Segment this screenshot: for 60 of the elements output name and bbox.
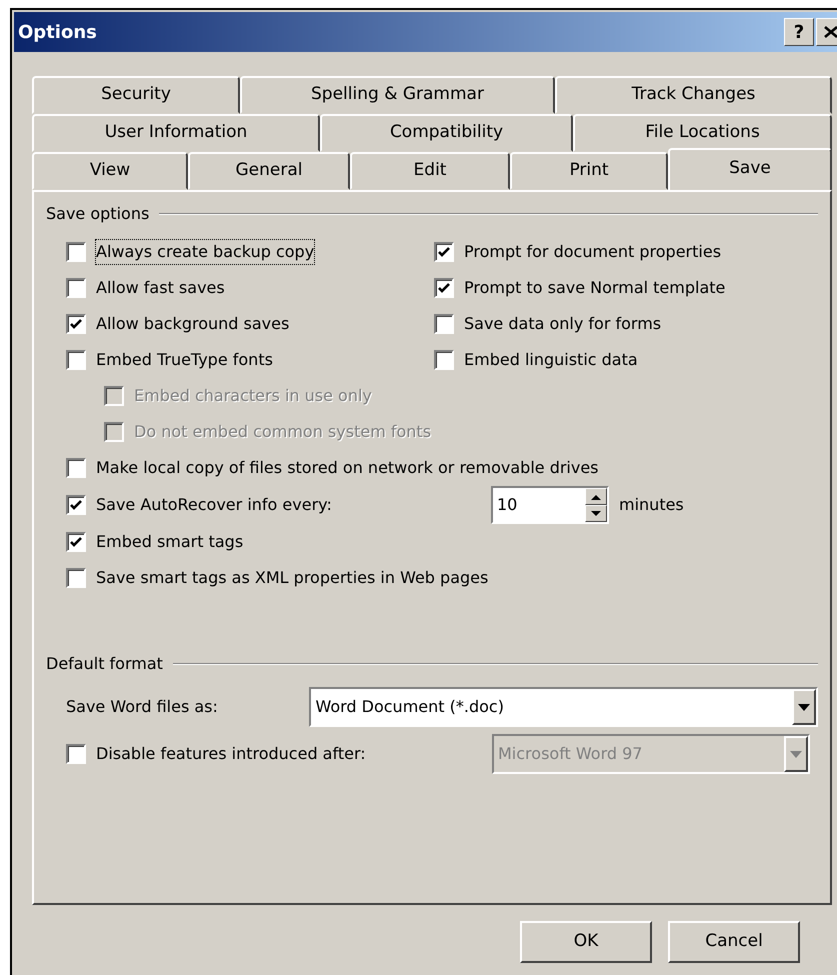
ok-button[interactable]: OK [520, 921, 652, 963]
checkbox[interactable] [66, 532, 86, 552]
checkbox[interactable] [66, 744, 86, 764]
dropdown-arrow-icon [798, 704, 810, 710]
spin-up-button[interactable] [585, 488, 607, 505]
checkbox-label[interactable]: Prompt to save Normal template [464, 276, 726, 300]
checkbox[interactable] [66, 568, 86, 588]
checkbox[interactable] [434, 314, 454, 334]
checkbox-label[interactable]: Allow fast saves [96, 276, 225, 300]
tab[interactable]: General [188, 152, 350, 190]
dropdown[interactable]: Word Document (*.doc) [309, 687, 818, 727]
checkbox[interactable] [434, 242, 454, 262]
checkbox-label[interactable]: Disable features introduced after: [96, 742, 482, 766]
checkbox[interactable] [66, 242, 86, 262]
checkbox-label[interactable]: Embed linguistic data [464, 348, 638, 372]
group-title: Default format [46, 653, 163, 675]
check-icon [70, 318, 82, 330]
checkbox-label[interactable]: Prompt for document properties [464, 240, 722, 264]
checkbox[interactable] [434, 350, 454, 370]
tab[interactable]: File Locations [573, 114, 832, 152]
checkbox[interactable] [434, 278, 454, 298]
tab[interactable]: Save [668, 148, 832, 190]
checkbox-label[interactable]: Save smart tags as XML properties in Web pages [96, 566, 488, 590]
unit-label: minutes [619, 494, 684, 516]
checkbox-label[interactable]: Save AutoRecover info every: [96, 493, 481, 517]
checkbox-label[interactable]: Always create backup copy [96, 240, 314, 264]
checkbox-label[interactable]: Embed smart tags [96, 530, 244, 554]
check-icon [438, 282, 450, 294]
checkbox-label[interactable]: Save data only for forms [464, 312, 662, 336]
tab[interactable]: User Information [32, 114, 320, 152]
group-title: Save options [46, 203, 150, 225]
tab[interactable]: Security [32, 76, 240, 114]
checkbox[interactable] [66, 495, 86, 515]
dropdown-arrow-icon [790, 750, 802, 758]
spin-down-button[interactable] [585, 505, 607, 522]
check-icon [70, 500, 82, 510]
tab[interactable]: View [32, 152, 188, 190]
window-title: Options [18, 20, 98, 44]
tab[interactable]: Compatibility [320, 114, 573, 152]
spin-field[interactable]: 10 [491, 486, 609, 524]
checkbox-label[interactable]: Embed TrueType fonts [96, 348, 273, 372]
field-label: Save Word files as: [66, 696, 219, 718]
checkbox[interactable] [66, 458, 86, 478]
tab[interactable]: Edit [350, 152, 510, 190]
checkbox[interactable] [66, 350, 86, 370]
check-icon [438, 246, 450, 258]
close-icon [824, 26, 837, 38]
up-arrow-icon [591, 494, 601, 500]
checkbox[interactable] [66, 314, 86, 334]
close-button[interactable] [816, 18, 837, 46]
help-button[interactable]: ? [784, 18, 814, 46]
tab[interactable]: Print [510, 152, 668, 190]
down-arrow-icon [591, 510, 601, 516]
check-icon [70, 536, 82, 548]
cancel-button[interactable]: Cancel [668, 921, 800, 963]
checkbox-label[interactable]: Allow background saves [96, 312, 290, 336]
tab[interactable]: Track Changes [555, 76, 832, 114]
checkbox-label[interactable]: Make local copy of files stored on network or removable drives [96, 456, 599, 480]
checkbox[interactable] [66, 278, 86, 298]
tab[interactable]: Spelling & Grammar [240, 76, 555, 114]
